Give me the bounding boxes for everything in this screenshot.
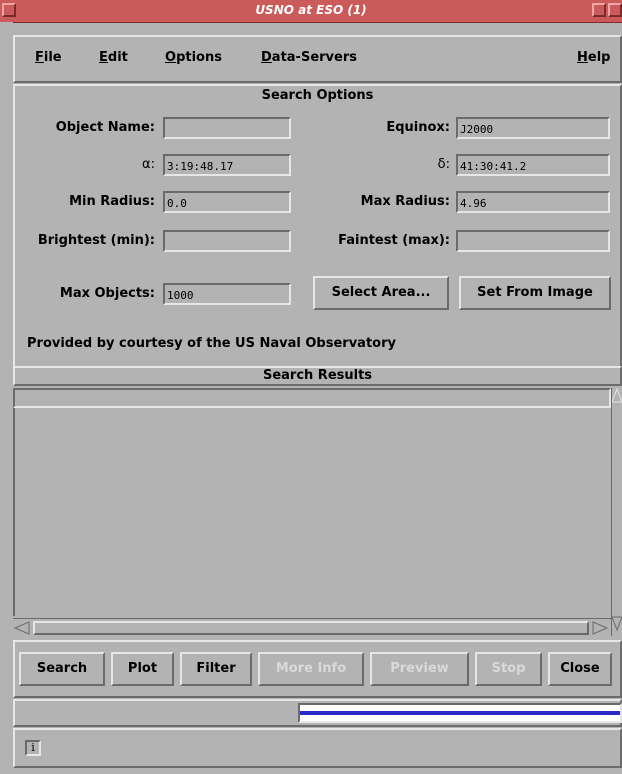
- max-objects-label: Max Objects:: [59, 286, 155, 301]
- credit-text: Provided by courtesy of the US Naval Obs…: [27, 336, 396, 351]
- max-objects-field[interactable]: [163, 283, 291, 305]
- faintest-label: Faintest (max):: [338, 233, 450, 248]
- menu-edit[interactable]: Edit: [99, 50, 128, 65]
- menu-bar: File Edit Options Data-Servers Help: [13, 35, 622, 83]
- scroll-right-icon[interactable]: [591, 621, 609, 635]
- scroll-down-icon[interactable]: [612, 616, 622, 632]
- max-radius-field[interactable]: [456, 191, 610, 213]
- vertical-scrollbar[interactable]: [611, 388, 622, 636]
- progress-bar-fill: [300, 711, 620, 715]
- preview-button[interactable]: Preview: [370, 652, 469, 686]
- search-results-header: Search Results: [262, 368, 373, 383]
- horizontal-scrollbar[interactable]: [13, 618, 611, 637]
- equinox-label: Equinox:: [386, 120, 450, 135]
- results-table[interactable]: [13, 408, 611, 616]
- brightest-label: Brightest (min):: [37, 233, 155, 248]
- max-radius-label: Max Radius:: [360, 194, 450, 209]
- scroll-left-icon[interactable]: [13, 621, 31, 635]
- horizontal-scroll-thumb[interactable]: [33, 621, 589, 635]
- results-column-header: [13, 388, 611, 408]
- plot-button[interactable]: Plot: [111, 652, 174, 686]
- menu-options[interactable]: Options: [165, 50, 222, 65]
- scroll-up-icon[interactable]: [612, 388, 622, 404]
- brightest-field[interactable]: [163, 230, 291, 252]
- min-radius-field[interactable]: [163, 191, 291, 213]
- filter-button[interactable]: Filter: [180, 652, 252, 686]
- faintest-field[interactable]: [456, 230, 610, 252]
- status-bar: [13, 728, 622, 768]
- min-radius-label: Min Radius:: [69, 194, 155, 209]
- equinox-field[interactable]: [456, 117, 610, 139]
- search-options-header: Search Options: [261, 88, 374, 103]
- delta-field[interactable]: [456, 154, 610, 176]
- title-bar[interactable]: USNO at ESO (1): [0, 0, 622, 23]
- progress-bar: [298, 703, 622, 723]
- object-name-field[interactable]: [163, 117, 291, 139]
- search-button[interactable]: Search: [19, 652, 105, 686]
- select-area-button[interactable]: Select Area...: [313, 276, 449, 310]
- window-title: USNO at ESO (1): [255, 3, 367, 17]
- alpha-label: α:: [142, 157, 155, 172]
- set-from-image-button[interactable]: Set From Image: [459, 276, 611, 310]
- stop-button[interactable]: Stop: [475, 652, 542, 686]
- menu-help[interactable]: Help: [577, 50, 610, 65]
- iconify-icon[interactable]: [592, 3, 606, 17]
- more-info-button[interactable]: More Info: [258, 652, 364, 686]
- window-frame: [0, 22, 13, 774]
- alpha-field[interactable]: [163, 154, 291, 176]
- maximize-icon[interactable]: [608, 3, 622, 17]
- close-button[interactable]: Close: [548, 652, 612, 686]
- object-name-label: Object Name:: [55, 120, 155, 135]
- menu-data-servers[interactable]: Data-Servers: [261, 50, 357, 65]
- menu-file[interactable]: File: [35, 50, 62, 65]
- delta-label: δ:: [437, 157, 450, 172]
- info-icon[interactable]: i: [25, 740, 41, 756]
